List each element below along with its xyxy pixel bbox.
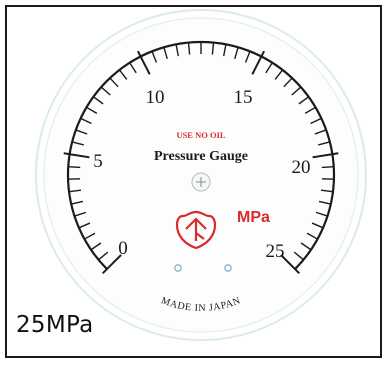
pressure-gauge-dial: 0 5 10 15 20 25 USE NO OIL Pressure Gaug… bbox=[35, 9, 367, 341]
scale-minor-tick bbox=[68, 165, 81, 169]
scale-minor-tick bbox=[321, 165, 334, 169]
scale-label-0: 0 bbox=[118, 238, 128, 259]
scale-label-5: 5 bbox=[93, 151, 103, 172]
plus-screw-icon bbox=[191, 172, 211, 192]
scale-label-25: 25 bbox=[266, 241, 285, 262]
scale-label-10: 10 bbox=[146, 87, 165, 108]
unit-label: MPa bbox=[237, 209, 270, 226]
scale-label-20: 20 bbox=[292, 157, 311, 178]
scale-label-15: 15 bbox=[234, 87, 253, 108]
warning-text: USE NO OIL bbox=[176, 130, 225, 140]
gauge-title: Pressure Gauge bbox=[154, 149, 248, 164]
caption-label: 25MPa bbox=[16, 312, 94, 338]
